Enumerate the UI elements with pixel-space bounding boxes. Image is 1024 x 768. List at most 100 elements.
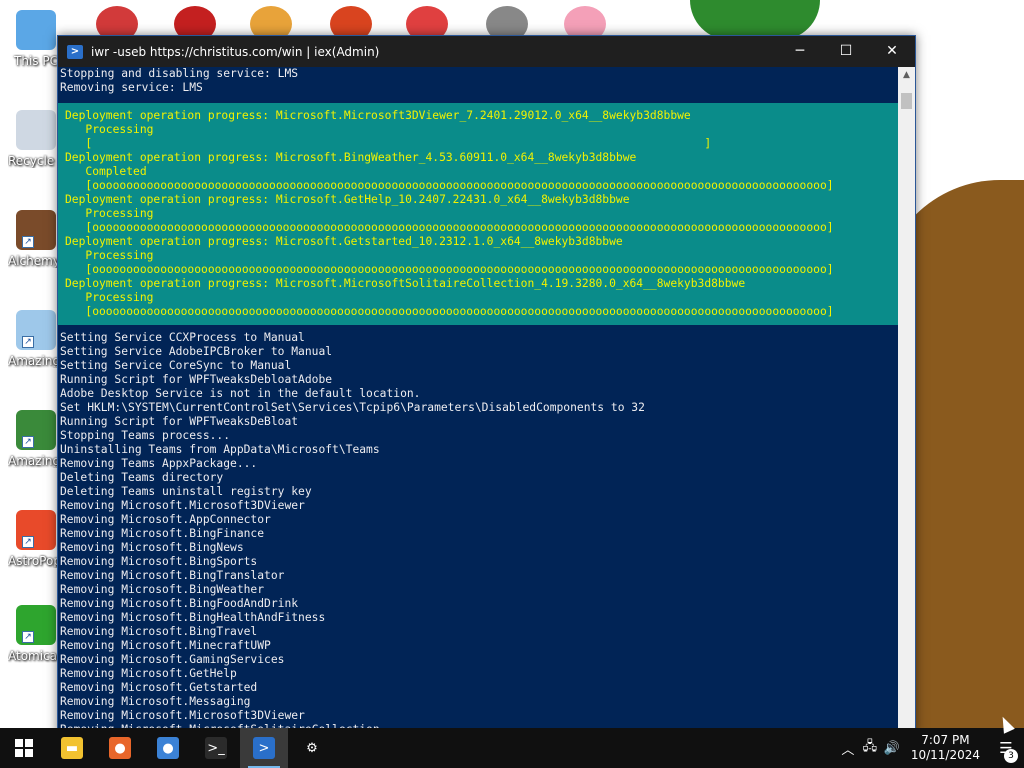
settings-icon: ⚙	[306, 740, 318, 756]
desktop-icon-label: Alchemy Deluxe	[8, 254, 64, 268]
desktop-icon[interactable]: ↗ AstroPop Deluxe	[8, 510, 64, 568]
desktop-icon-label: Amazing Adventures	[8, 354, 64, 368]
desktop-icon-label: Atomica Deluxe	[8, 649, 64, 663]
volume-icon[interactable]: 🔊	[881, 741, 903, 756]
console-line: Deleting Teams uninstall registry key	[60, 485, 312, 498]
console-line: Processing	[65, 291, 154, 304]
desktop-icon-label: Amazing Adventures	[8, 454, 64, 468]
console-line: Removing Microsoft.Getstarted	[60, 681, 258, 694]
console-line: Removing Microsoft.BingFinance	[60, 527, 265, 540]
console-line: Removing Teams AppxPackage...	[60, 457, 258, 470]
desktop-icon[interactable]: ↗ Amazing Adventures	[8, 410, 64, 468]
console-line: [ooooooooooooooooooooooooooooooooooooooo…	[65, 305, 834, 318]
console-line: Removing Microsoft.BingTravel	[60, 625, 258, 638]
desktop-icon[interactable]: ↗ Atomica Deluxe	[8, 605, 64, 663]
console-line: Running Script for WPFTweaksDeBloat	[60, 415, 299, 428]
clock-date: 10/11/2024	[910, 748, 980, 762]
powershell-icon: >	[67, 44, 83, 59]
powershell-window[interactable]: > iwr -useb https://christitus.com/win |…	[57, 35, 916, 736]
console-line: [ ]	[65, 137, 712, 150]
console-line: [ooooooooooooooooooooooooooooooooooooooo…	[65, 263, 834, 276]
console-line: Removing Microsoft.Microsoft3DViewer	[60, 709, 305, 722]
taskbar-app-button[interactable]: ●	[96, 728, 144, 768]
console-line: Adobe Desktop Service is not in the defa…	[60, 387, 421, 400]
notification-center-button[interactable]: ☰ 3	[988, 739, 1024, 763]
console-line: Removing Microsoft.BingWeather	[60, 583, 265, 596]
windows-logo-icon	[15, 739, 33, 757]
shortcut-arrow-icon: ↗	[22, 436, 34, 448]
console-line: Removing Microsoft.Microsoft3DViewer	[60, 499, 305, 512]
console-line: Removing Microsoft.Messaging	[60, 695, 251, 708]
console-line: Deployment operation progress: Microsoft…	[65, 109, 691, 122]
console-line: Stopping and disabling service: LMS	[60, 67, 299, 80]
console-line: [ooooooooooooooooooooooooooooooooooooooo…	[65, 179, 834, 192]
recycle-bin-icon	[16, 110, 56, 150]
desktop-icon[interactable]: Recycle Bin	[8, 110, 64, 168]
scroll-up-arrow-icon[interactable]: ▲	[898, 67, 915, 84]
console-line: Processing	[65, 249, 154, 262]
shortcut-arrow-icon: ↗	[22, 236, 34, 248]
console-line: Removing Microsoft.GetHelp	[60, 667, 237, 680]
start-button[interactable]	[0, 728, 48, 768]
vertical-scrollbar[interactable]: ▲	[898, 67, 915, 736]
console-line: Deployment operation progress: Microsoft…	[65, 235, 623, 248]
firefox-icon: ●	[109, 737, 131, 759]
desktop-icon[interactable]: This PC	[8, 10, 64, 68]
system-tray: ︿ 🖧 🔊 7:07 PM 10/11/2024 ☰ 3	[837, 728, 1024, 768]
console-line: Setting Service AdobeIPCBroker to Manual	[60, 345, 333, 358]
console-line: Removing Microsoft.GamingServices	[60, 653, 285, 666]
console-line: [ooooooooooooooooooooooooooooooooooooooo…	[65, 221, 834, 234]
console-line: Deployment operation progress: Microsoft…	[65, 151, 637, 164]
console-line: Processing	[65, 207, 154, 220]
console-line: Removing Microsoft.BingNews	[60, 541, 244, 554]
console-line: Setting Service CCXProcess to Manual	[60, 331, 305, 344]
chrome-taskbar-icon: ●	[157, 737, 179, 759]
console-line: Uninstalling Teams from AppData\Microsof…	[60, 443, 380, 456]
console-line: Setting Service CoreSync to Manual	[60, 359, 292, 372]
console-line: Removing Microsoft.BingHealthAndFitness	[60, 611, 326, 624]
show-hidden-icons-chevron-icon[interactable]: ︿	[837, 739, 859, 758]
taskbar-app-button[interactable]: >_	[192, 728, 240, 768]
taskbar-app-button[interactable]: >	[240, 728, 288, 768]
console-line: Removing Microsoft.BingFoodAndDrink	[60, 597, 299, 610]
wallpaper-shape-top	[690, 0, 820, 40]
computer-icon	[16, 10, 56, 50]
close-button[interactable]: ✕	[869, 36, 915, 67]
console-line: Completed	[65, 165, 147, 178]
desktop-icon-label: This PC	[14, 54, 58, 68]
taskbar-app-button[interactable]: ▬	[48, 728, 96, 768]
shortcut-arrow-icon: ↗	[22, 631, 34, 643]
desktop-icon[interactable]: ↗ Amazing Adventures	[8, 310, 64, 368]
console-line: Removing Microsoft.BingTranslator	[60, 569, 285, 582]
window-titlebar[interactable]: > iwr -useb https://christitus.com/win |…	[58, 36, 915, 67]
desktop-icon-label: AstroPop Deluxe	[8, 554, 64, 568]
file-explorer-icon: ▬	[61, 737, 83, 759]
deployment-progress-block: Deployment operation progress: Microsoft…	[58, 103, 899, 325]
console-line: Removing Microsoft.AppConnector	[60, 513, 271, 526]
maximize-button[interactable]: ☐	[823, 36, 869, 67]
terminal-icon: >_	[205, 737, 227, 759]
console-line: Deployment operation progress: Microsoft…	[65, 277, 746, 290]
notification-count-badge: 3	[1004, 749, 1018, 763]
console-line: Removing Microsoft.BingSports	[60, 555, 258, 568]
shortcut-arrow-icon: ↗	[22, 336, 34, 348]
console-line: Removing Microsoft.MinecraftUWP	[60, 639, 271, 652]
desktop-icon-label: Recycle Bin	[8, 154, 64, 168]
taskbar-app-button[interactable]: ●	[144, 728, 192, 768]
scrollbar-thumb[interactable]	[901, 93, 912, 109]
console-output[interactable]: Stopping and disabling service: LMS Remov…	[58, 67, 899, 736]
console-line: Running Script for WPFTweaksDebloatAdobe	[60, 373, 333, 386]
clock[interactable]: 7:07 PM 10/11/2024	[903, 733, 988, 763]
console-line: Processing	[65, 123, 154, 136]
taskbar-app-button[interactable]: ⚙	[288, 728, 336, 768]
network-icon[interactable]: 🖧	[859, 737, 881, 759]
shortcut-arrow-icon: ↗	[22, 536, 34, 548]
console-line: Set HKLM:\SYSTEM\CurrentControlSet\Servi…	[60, 401, 645, 414]
console-line: Removing service: LMS	[60, 81, 203, 94]
console-line: Stopping Teams process...	[60, 429, 231, 442]
powershell-icon: >	[253, 737, 275, 759]
clock-time: 7:07 PM	[921, 733, 970, 747]
window-title: iwr -useb https://christitus.com/win | i…	[91, 44, 380, 59]
minimize-button[interactable]: ─	[777, 36, 823, 67]
desktop-icon[interactable]: ↗ Alchemy Deluxe	[8, 210, 64, 268]
